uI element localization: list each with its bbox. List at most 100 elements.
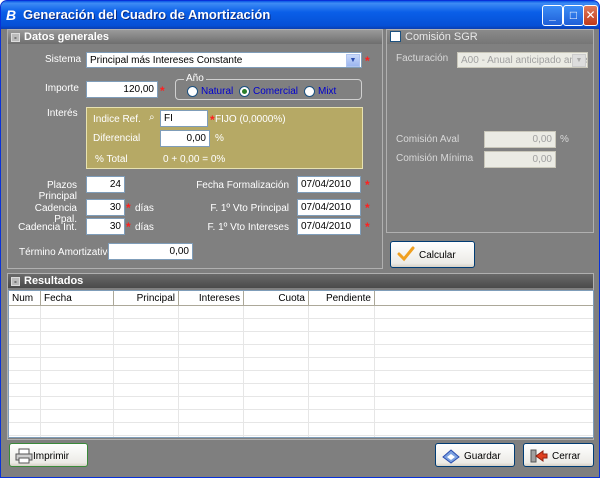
column-fecha[interactable]: Fecha bbox=[41, 291, 114, 306]
diferencial-unit: % bbox=[215, 133, 224, 144]
termino-input[interactable]: 0,00 bbox=[108, 243, 193, 260]
radio-mixt-label[interactable]: Mixt bbox=[318, 86, 336, 97]
table-row[interactable] bbox=[9, 306, 593, 319]
table-row[interactable] bbox=[9, 423, 593, 436]
title-bar[interactable]: B Generación del Cuadro de Amortización … bbox=[1, 1, 599, 29]
importe-input[interactable]: 120,00 bbox=[86, 81, 158, 98]
sistema-label: Sistema bbox=[45, 54, 82, 65]
app-icon: B bbox=[6, 7, 17, 23]
collapse-icon[interactable]: - bbox=[11, 277, 20, 286]
comision-aval-input: 0,00 bbox=[484, 131, 556, 148]
printer-icon bbox=[15, 448, 33, 464]
radio-natural-label[interactable]: Natural bbox=[201, 86, 233, 97]
column-intereses[interactable]: Intereses bbox=[179, 291, 244, 306]
resultados-grid[interactable]: Num Fecha Principal Intereses Cuota Pend… bbox=[8, 290, 594, 438]
indice-ref-input[interactable]: FI bbox=[160, 110, 208, 127]
cadencia-ppal-input[interactable]: 30 bbox=[86, 199, 125, 216]
required-mark: * bbox=[160, 84, 165, 98]
datos-generales-header[interactable]: - Datos generales bbox=[8, 30, 382, 44]
radio-mixt[interactable] bbox=[304, 86, 315, 97]
cerrar-button[interactable]: Cerrar bbox=[523, 443, 594, 467]
required-mark: * bbox=[126, 220, 131, 234]
maximize-icon: □ bbox=[569, 8, 578, 22]
f1-vto-principal-input[interactable]: 07/04/2010 bbox=[297, 199, 361, 216]
sistema-select[interactable]: Principal más Intereses Constante ▼ bbox=[86, 52, 362, 68]
collapse-icon[interactable]: - bbox=[11, 33, 20, 42]
imprimir-label: Imprimir bbox=[33, 451, 70, 462]
radio-comercial[interactable] bbox=[239, 86, 250, 97]
total-value: 0 + 0,00 = 0% bbox=[163, 154, 226, 165]
table-row[interactable] bbox=[9, 397, 593, 410]
search-icon[interactable]: ⌕ bbox=[149, 112, 155, 123]
required-mark: * bbox=[210, 113, 215, 127]
grid-header: Num Fecha Principal Intereses Cuota Pend… bbox=[9, 291, 593, 306]
table-row[interactable] bbox=[9, 345, 593, 358]
f1-vto-intereses-label: F. 1º Vto Intereses bbox=[207, 222, 289, 233]
required-mark: * bbox=[126, 201, 131, 215]
column-principal[interactable]: Principal bbox=[114, 291, 179, 306]
datos-generales-title: Datos generales bbox=[24, 31, 109, 43]
plazos-label: Plazos Principal bbox=[38, 180, 77, 202]
guardar-button[interactable]: Guardar bbox=[435, 443, 515, 467]
column-pendiente[interactable]: Pendiente bbox=[309, 291, 375, 306]
comision-minima-input: 0,00 bbox=[484, 151, 556, 168]
anio-legend: Año bbox=[184, 73, 206, 84]
f1-vto-intereses-input[interactable]: 07/04/2010 bbox=[297, 218, 361, 235]
plazos-input[interactable]: 24 bbox=[86, 176, 125, 193]
indice-ref-description: FIJO (0,0000%) bbox=[215, 114, 286, 125]
imprimir-button[interactable]: Imprimir bbox=[9, 443, 88, 467]
total-label: % Total bbox=[95, 154, 128, 165]
comision-aval-label: Comisión Aval bbox=[396, 134, 460, 145]
calcular-button[interactable]: Calcular bbox=[390, 241, 475, 268]
cadencia-ppal-unit: días bbox=[135, 203, 154, 214]
cadencia-int-input[interactable]: 30 bbox=[86, 218, 125, 235]
table-row[interactable] bbox=[9, 358, 593, 371]
table-row[interactable] bbox=[9, 319, 593, 332]
resultados-header[interactable]: - Resultados bbox=[8, 274, 593, 288]
calcular-label: Calcular bbox=[419, 250, 456, 261]
table-row[interactable] bbox=[9, 410, 593, 423]
comision-sgr-checkbox[interactable] bbox=[390, 31, 401, 42]
fecha-formalizacion-label: Fecha Formalización bbox=[196, 180, 289, 191]
table-row[interactable] bbox=[9, 332, 593, 345]
cadencia-int-unit: días bbox=[135, 222, 154, 233]
guardar-label: Guardar bbox=[464, 451, 501, 462]
diferencial-label: Diferencial bbox=[93, 133, 141, 144]
radio-comercial-label[interactable]: Comercial bbox=[253, 86, 298, 97]
close-icon: ✕ bbox=[585, 8, 596, 22]
f1-vto-principal-label: F. 1º Vto Principal bbox=[210, 203, 289, 214]
exit-arrow-icon bbox=[530, 449, 548, 463]
required-mark: * bbox=[365, 178, 370, 192]
minimize-icon: _ bbox=[549, 8, 556, 22]
termino-label: Término Amortizativo bbox=[19, 247, 113, 258]
minimize-button[interactable]: _ bbox=[542, 5, 563, 26]
fecha-formalizacion-input[interactable]: 07/04/2010 bbox=[297, 176, 361, 193]
radio-natural[interactable] bbox=[187, 86, 198, 97]
diferencial-input[interactable]: 0,00 bbox=[160, 130, 210, 147]
interes-label: Interés bbox=[47, 108, 78, 119]
facturacion-value: A00 - Anual anticipado anive bbox=[461, 55, 588, 66]
sistema-value: Principal más Intereses Constante bbox=[90, 55, 243, 66]
comision-aval-unit: % bbox=[560, 134, 569, 145]
maximize-button[interactable]: □ bbox=[563, 5, 584, 26]
resultados-title: Resultados bbox=[24, 275, 84, 287]
window-title: Generación del Cuadro de Amortización bbox=[23, 7, 271, 22]
chevron-down-icon: ▼ bbox=[572, 54, 586, 67]
indice-ref-label: Indice Ref. bbox=[93, 114, 141, 125]
amortization-window: B Generación del Cuadro de Amortización … bbox=[0, 0, 600, 478]
importe-label: Importe bbox=[45, 83, 79, 94]
table-row[interactable] bbox=[9, 371, 593, 384]
comision-sgr-title: Comisión SGR bbox=[405, 31, 478, 43]
facturacion-label: Facturación bbox=[396, 53, 449, 64]
comision-minima-label: Comisión Mínima bbox=[396, 153, 474, 164]
cerrar-label: Cerrar bbox=[552, 451, 581, 462]
table-row[interactable] bbox=[9, 384, 593, 397]
required-mark: * bbox=[365, 220, 370, 234]
close-window-button[interactable]: ✕ bbox=[583, 5, 598, 26]
comision-sgr-header: Comisión SGR bbox=[387, 30, 593, 44]
column-num[interactable]: Num bbox=[9, 291, 41, 306]
checkmark-icon bbox=[397, 246, 415, 262]
column-cuota[interactable]: Cuota bbox=[244, 291, 309, 306]
facturacion-select: A00 - Anual anticipado anive ▼ bbox=[457, 52, 588, 68]
chevron-down-icon[interactable]: ▼ bbox=[346, 54, 360, 67]
